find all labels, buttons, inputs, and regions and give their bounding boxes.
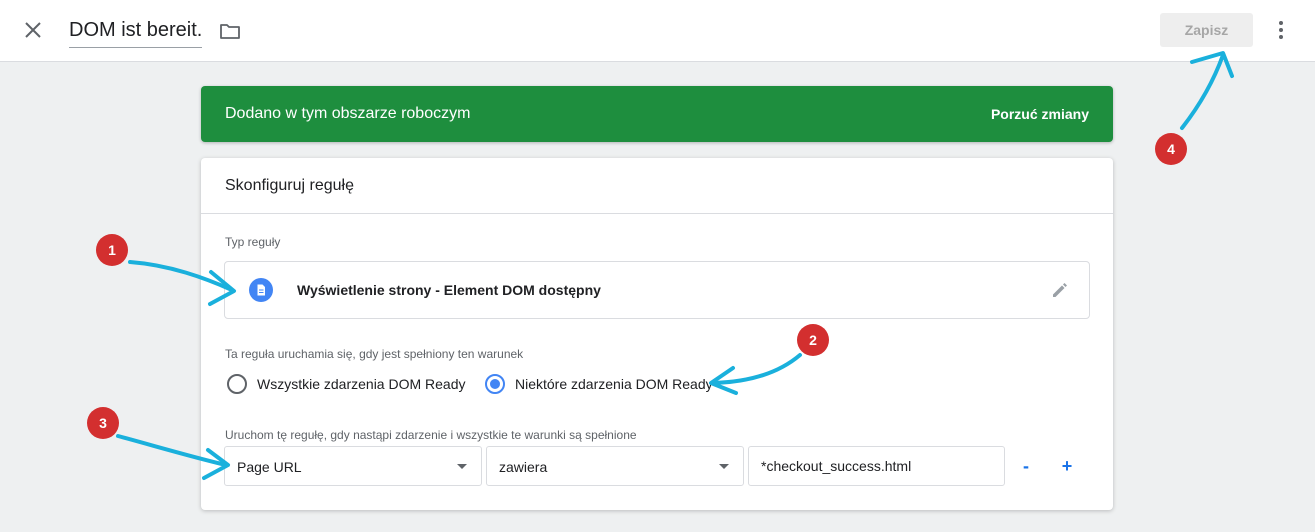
radio-some-dom-ready-label[interactable]: Niektóre zdarzenia DOM Ready	[515, 375, 713, 393]
operator-select[interactable]: zawiera	[486, 446, 744, 486]
trigger-type-name: Wyświetlenie strony - Element DOM dostęp…	[297, 282, 601, 298]
dropdown-arrow-icon	[457, 464, 467, 469]
condition-value-input[interactable]	[748, 446, 1005, 486]
radio-all-dom-ready-label[interactable]: Wszystkie zdarzenia DOM Ready	[257, 375, 466, 393]
annotation-arrow-4	[1180, 53, 1225, 130]
trigger-type-selector[interactable]: Wyświetlenie strony - Element DOM dostęp…	[224, 261, 1090, 319]
dropdown-arrow-icon	[719, 464, 729, 469]
document-icon	[249, 278, 273, 302]
annotation-badge-2: 2	[797, 324, 829, 356]
remove-condition-button[interactable]: -	[1017, 456, 1035, 476]
top-bar: DOM ist bereit. Zapisz	[0, 0, 1315, 62]
fires-on-label: Ta reguła uruchamia się, gdy jest spełni…	[225, 347, 524, 361]
card-header: Skonfiguruj regułę	[201, 158, 1113, 214]
save-button[interactable]: Zapisz	[1160, 13, 1253, 47]
edit-pencil-icon[interactable]	[1049, 279, 1071, 301]
banner-text: Dodano w tym obszarze roboczym	[225, 105, 471, 122]
trigger-config-card: Skonfiguruj regułę Typ reguły Wyświetlen…	[201, 158, 1113, 510]
annotation-badge-3: 3	[87, 407, 119, 439]
workspace-banner: Dodano w tym obszarze roboczym Porzuć zm…	[201, 86, 1113, 142]
close-button[interactable]	[20, 17, 46, 43]
trigger-type-label: Typ reguły	[225, 235, 281, 249]
annotation-badge-4: 4	[1155, 133, 1187, 165]
more-options-button[interactable]	[1270, 18, 1292, 42]
folder-button[interactable]	[218, 19, 242, 43]
add-condition-button[interactable]: +	[1058, 456, 1076, 476]
more-vert-icon	[1279, 21, 1283, 39]
variable-select[interactable]: Page URL	[224, 446, 482, 486]
folder-icon	[220, 24, 240, 39]
operator-select-value: zawiera	[499, 459, 548, 475]
condition-label: Uruchom tę regułę, gdy nastąpi zdarzenie…	[225, 428, 637, 442]
close-icon	[25, 22, 41, 38]
variable-select-value: Page URL	[237, 459, 302, 475]
radio-all-dom-ready[interactable]	[227, 374, 247, 394]
annotation-badge-1: 1	[96, 234, 128, 266]
discard-changes-link[interactable]: Porzuć zmiany	[991, 105, 1089, 123]
card-title: Skonfiguruj regułę	[225, 177, 354, 194]
trigger-name-title[interactable]: DOM ist bereit.	[69, 18, 203, 48]
radio-some-dom-ready[interactable]	[485, 374, 505, 394]
